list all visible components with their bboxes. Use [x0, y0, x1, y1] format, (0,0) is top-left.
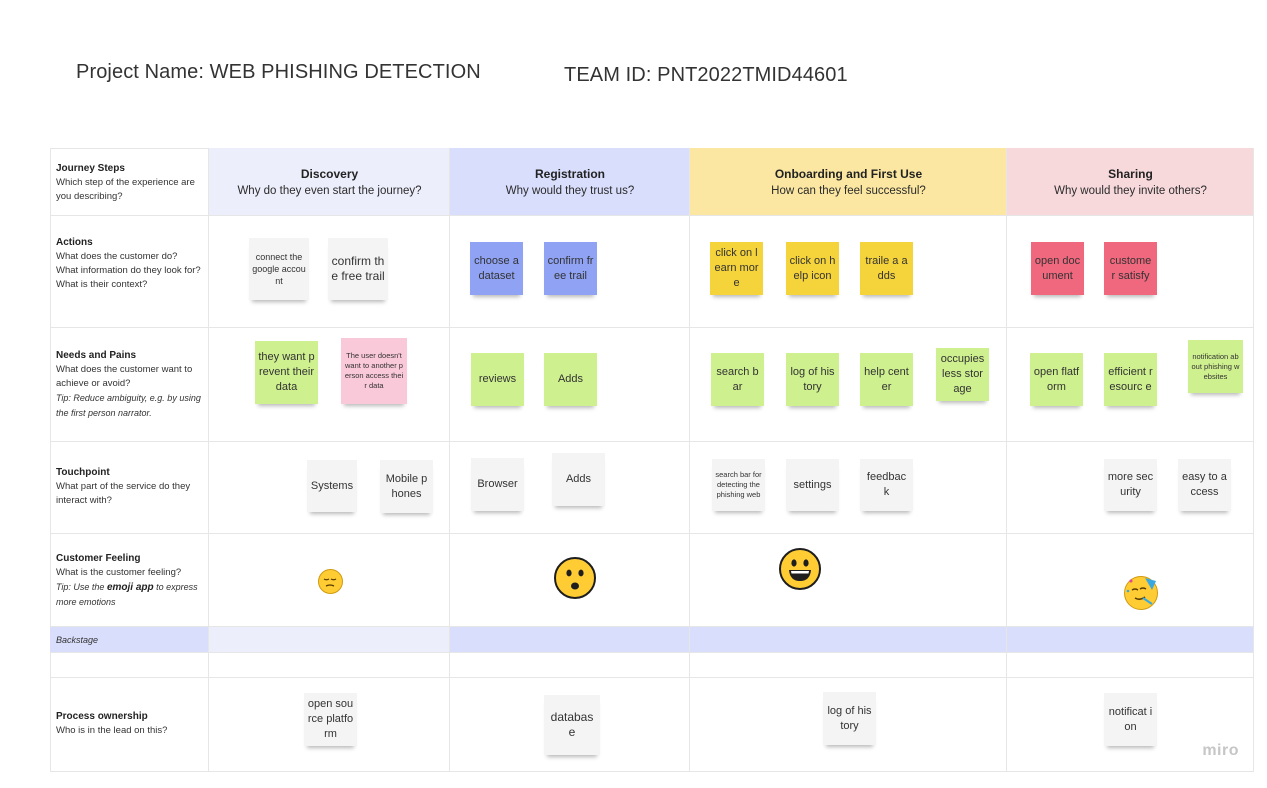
- stage-onboarding: Onboarding and First Use How can they fee…: [771, 167, 926, 197]
- label-journey-steps: Journey Steps Which step of the experienc…: [56, 163, 195, 202]
- journey-map-board: Journey Steps Which step of the experienc…: [50, 148, 1254, 772]
- pensive-face-icon: [318, 569, 343, 594]
- grinning-face-icon: [779, 548, 821, 590]
- sticky-note[interactable]: Browser: [471, 458, 524, 511]
- sticky-note[interactable]: databas e: [544, 695, 600, 755]
- sticky-note[interactable]: they want prevent their data: [255, 341, 318, 404]
- sticky-note[interactable]: The user doesn't want to another person …: [341, 338, 407, 404]
- sticky-note[interactable]: Adds: [544, 353, 597, 406]
- sticky-note[interactable]: notification about phishing websites: [1188, 340, 1243, 393]
- sticky-note[interactable]: open flatform: [1030, 353, 1083, 406]
- sticky-note[interactable]: connect the google account: [249, 238, 309, 300]
- stage-sharing: Sharing Why would they invite others?: [1054, 167, 1207, 197]
- stage-registration: Registration Why would they trust us?: [505, 167, 635, 197]
- label-needs-pains: Needs and Pains What does the customer wa…: [56, 350, 201, 418]
- sticky-note[interactable]: log of history: [786, 353, 839, 406]
- sticky-note[interactable]: occupies less storage: [936, 348, 989, 401]
- sticky-note[interactable]: Adds: [552, 453, 605, 506]
- sticky-note[interactable]: confirm free trail: [544, 242, 597, 295]
- sticky-note[interactable]: custome r satisfy: [1104, 242, 1157, 295]
- sticky-note[interactable]: click on help icon: [786, 242, 839, 295]
- sticky-note[interactable]: more security: [1104, 459, 1157, 511]
- sticky-note[interactable]: Mobile phones: [380, 460, 433, 513]
- stage-discovery: Discovery Why do they even start the jour…: [237, 167, 422, 197]
- sticky-note[interactable]: confirm the free trail: [328, 238, 388, 300]
- label-customer-feeling: Customer Feeling What is the customer fee…: [56, 553, 198, 607]
- sticky-note[interactable]: log of history: [823, 692, 876, 745]
- sticky-note[interactable]: traile a adds: [860, 242, 913, 295]
- label-actions: Actions What does the customer do? What i…: [56, 237, 201, 290]
- sticky-note[interactable]: search bar: [711, 353, 764, 406]
- sticky-note[interactable]: efficient resourc e: [1104, 353, 1157, 406]
- label-touchpoint: Touchpoint What part of the service do th…: [56, 467, 191, 506]
- sticky-note[interactable]: reviews: [471, 353, 524, 406]
- label-process-ownership: Process ownership Who is in the lead on t…: [56, 711, 168, 736]
- sticky-note[interactable]: choose a dataset: [470, 242, 523, 295]
- sticky-note[interactable]: easy to access: [1178, 459, 1231, 511]
- sticky-note[interactable]: settings: [786, 459, 839, 511]
- party-face-icon: [1124, 576, 1158, 610]
- sticky-note[interactable]: open document: [1031, 242, 1084, 295]
- project-name: Project Name: WEB PHISHING DETECTION: [76, 61, 481, 83]
- label-backstage: Backstage: [56, 635, 99, 645]
- sticky-note[interactable]: click on learn more: [710, 242, 763, 295]
- sticky-note[interactable]: help center: [860, 353, 913, 406]
- sticky-note[interactable]: Systems: [307, 460, 357, 512]
- sticky-note[interactable]: feedbac k: [860, 459, 913, 511]
- sticky-note[interactable]: search bar for detecting the phishing we…: [712, 459, 765, 511]
- sticky-note[interactable]: notificat ion: [1104, 693, 1157, 746]
- frowning-face-icon: [554, 557, 596, 599]
- miro-logo: miro: [1202, 742, 1239, 759]
- team-id: TEAM ID: PNT2022TMID44601: [564, 64, 848, 86]
- sticky-note[interactable]: open source platform: [304, 693, 357, 746]
